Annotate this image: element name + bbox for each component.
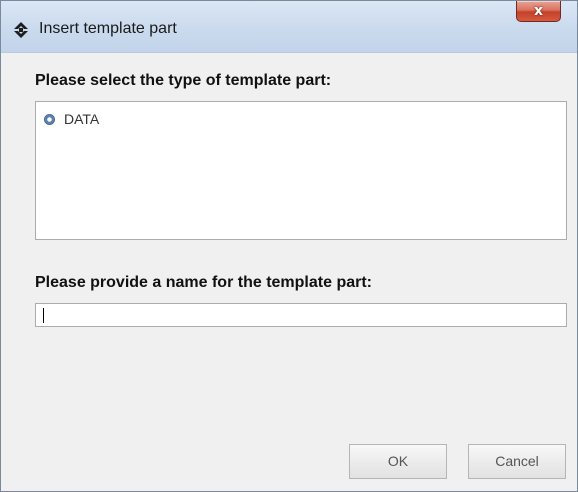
name-section-label: Please provide a name for the template p… — [35, 274, 372, 291]
template-type-list[interactable]: DATA — [35, 101, 567, 240]
window-title: Insert template part — [39, 20, 177, 37]
insert-template-part-dialog: Insert template part x Please select the… — [0, 0, 578, 492]
cancel-button[interactable]: Cancel — [468, 444, 566, 479]
text-cursor — [43, 308, 44, 323]
close-button[interactable]: x — [516, 1, 561, 22]
type-option-label: DATA — [64, 111, 100, 127]
type-option-data[interactable]: DATA — [44, 110, 99, 128]
ok-button[interactable]: OK — [349, 444, 447, 479]
title-bar[interactable]: Insert template part x — [1, 1, 577, 53]
dialog-body: Please select the type of template part:… — [1, 54, 577, 491]
type-section-label: Please select the type of template part: — [35, 72, 332, 89]
template-part-name-input[interactable] — [35, 303, 567, 327]
radio-button-selected[interactable] — [44, 113, 55, 125]
close-icon: x — [533, 3, 544, 19]
app-icon — [14, 22, 28, 38]
